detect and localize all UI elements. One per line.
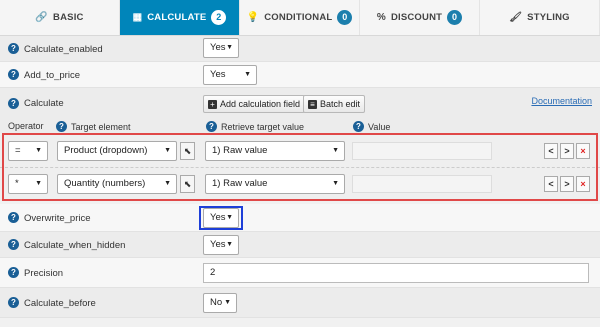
- column-label: Retrieve target value: [221, 121, 305, 132]
- tab-bar: 🔗 BASIC ▦ CALCULATE 2 💡 CONDITIONAL 0 % …: [0, 0, 600, 36]
- field-label: Calculate: [24, 98, 64, 109]
- row-precision: ? Precision 2: [0, 258, 600, 288]
- link-icon: 🔗: [35, 12, 49, 23]
- help-icon[interactable]: ?: [8, 297, 19, 308]
- column-operator: Operator: [8, 121, 44, 131]
- select-value: Yes: [210, 69, 226, 80]
- brush-icon: 🖌: [509, 12, 523, 23]
- help-icon[interactable]: ?: [8, 212, 19, 223]
- tab-basic[interactable]: 🔗 BASIC: [0, 0, 120, 35]
- row-add-to-price: ? Add_to_price Yes ▼: [0, 62, 600, 88]
- tab-label: CALCULATE: [147, 12, 207, 23]
- help-icon[interactable]: ?: [8, 98, 19, 109]
- percent-icon: %: [376, 12, 386, 23]
- select-value: Yes: [210, 239, 226, 250]
- row-calculate-when-hidden: ? Calculate_when_hidden Yes ▼: [0, 232, 600, 258]
- button-label: Batch edit: [320, 99, 361, 109]
- precision-input[interactable]: 2: [203, 263, 589, 283]
- field-label: Calculate_before: [24, 298, 96, 309]
- field-label: Overwrite_price: [24, 213, 91, 224]
- caret-down-icon: ▼: [244, 71, 251, 78]
- tab-label: BASIC: [53, 12, 84, 23]
- add-to-price-select[interactable]: Yes ▼: [203, 65, 257, 85]
- help-icon[interactable]: ?: [56, 121, 67, 132]
- calculator-icon: ▦: [132, 12, 143, 23]
- help-icon[interactable]: ?: [8, 239, 19, 250]
- highlight-box: [199, 206, 243, 230]
- count-badge: 0: [337, 10, 353, 25]
- button-label: Add calculation field: [220, 99, 301, 109]
- column-retrieve: ? Retrieve target value: [206, 121, 304, 132]
- column-label: Target element: [71, 121, 131, 132]
- documentation-link[interactable]: Documentation: [531, 96, 592, 106]
- row-overwrite-price: ? Overwrite_price Yes ▼: [0, 204, 600, 232]
- tab-conditional[interactable]: 💡 CONDITIONAL 0: [240, 0, 360, 35]
- field-label: Calculate_when_hidden: [24, 240, 126, 251]
- column-label: Operator: [8, 121, 44, 131]
- field-label: Calculate_enabled: [24, 44, 103, 55]
- tab-calculate[interactable]: ▦ CALCULATE 2: [120, 0, 240, 35]
- input-value: 2: [210, 267, 216, 278]
- plus-icon: +: [208, 99, 217, 109]
- lightbulb-icon: 💡: [246, 12, 260, 23]
- tab-styling[interactable]: 🖌 STYLING: [480, 0, 600, 35]
- tab-label: CONDITIONAL: [264, 12, 333, 23]
- help-icon[interactable]: ?: [8, 267, 19, 278]
- list-icon: ≡: [308, 99, 317, 109]
- calculate-when-hidden-select[interactable]: Yes ▼: [203, 235, 239, 255]
- row-calculate: ? Calculate + Add calculation field ≡ Ba…: [0, 88, 600, 133]
- row-calculate-before: ? Calculate_before No ▼: [0, 288, 600, 318]
- field-label: Precision: [24, 268, 64, 279]
- calculate-before-select[interactable]: No ▼: [203, 293, 237, 313]
- tab-label: STYLING: [527, 12, 570, 23]
- column-target: ? Target element: [56, 121, 131, 132]
- count-badge: 2: [211, 10, 227, 25]
- calculate-enabled-select[interactable]: Yes ▼: [203, 38, 239, 58]
- help-icon[interactable]: ?: [8, 43, 19, 54]
- column-value: ? Value: [353, 121, 390, 132]
- select-value: Yes: [210, 42, 226, 53]
- count-badge: 0: [447, 10, 463, 25]
- caret-down-icon: ▼: [226, 241, 233, 248]
- column-label: Value: [368, 121, 391, 132]
- add-calculation-field-button[interactable]: + Add calculation field: [203, 95, 306, 113]
- caret-down-icon: ▼: [226, 44, 233, 51]
- tab-discount[interactable]: % DISCOUNT 0: [360, 0, 480, 35]
- tab-label: DISCOUNT: [390, 12, 443, 23]
- help-icon[interactable]: ?: [8, 69, 19, 80]
- caret-down-icon: ▼: [224, 299, 231, 306]
- batch-edit-button[interactable]: ≡ Batch edit: [303, 95, 366, 113]
- row-calculate-enabled: ? Calculate_enabled Yes ▼: [0, 36, 600, 62]
- help-icon[interactable]: ?: [353, 121, 364, 132]
- help-icon[interactable]: ?: [206, 121, 217, 132]
- highlight-box: [2, 133, 598, 201]
- select-value: No: [210, 297, 223, 308]
- field-label: Add_to_price: [24, 70, 80, 81]
